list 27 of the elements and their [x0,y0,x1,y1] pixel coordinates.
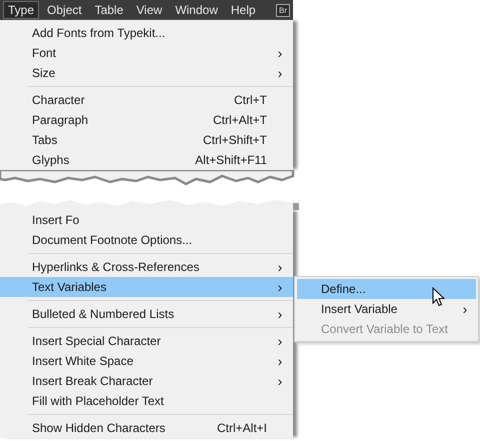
submenu-item[interactable]: Define... [297,279,476,299]
menu-item[interactable]: Show Hidden Characters Ctrl+Alt+I [0,418,293,438]
menu-item[interactable]: Insert White Space › [0,351,293,371]
menu-bar-item[interactable]: View [131,1,168,19]
menu-item[interactable]: Insert Fo [0,210,293,230]
mouse-pointer-icon [432,287,446,307]
menu-bar-item[interactable]: Type [3,1,40,19]
bridge-badge[interactable]: Br [276,4,290,16]
menu-item[interactable]: Add Fonts from Typekit... [0,23,293,43]
menu-item[interactable]: Fill with Placeholder Text [0,391,293,411]
menu-item[interactable]: Hyperlinks & Cross-References › [0,257,293,277]
menu-bar-item[interactable]: Table [90,1,128,19]
submenu-item[interactable]: Insert Variable › [297,299,476,319]
menu-bar-item[interactable]: Window [170,1,223,19]
menu-item[interactable]: Document Footnote Options... [0,230,293,250]
menu-item[interactable]: Glyphs Alt+Shift+F11 [0,150,293,170]
menu-bar-item[interactable]: Help [226,1,261,19]
menu-item[interactable]: Insert Special Character › [0,331,293,351]
menu-item[interactable]: Paragraph Ctrl+Alt+T [0,110,293,130]
menu-item[interactable]: Size › [0,63,293,83]
menu-bar-item[interactable]: Object [42,1,87,19]
menu-item[interactable]: Bulleted & Numbered Lists › [0,304,293,324]
menu-item[interactable]: Text Variables › [0,277,293,297]
menu-item[interactable]: Font › [0,43,293,63]
menu-item[interactable]: Character Ctrl+T [0,90,293,110]
menu-item[interactable]: Insert Break Character › [0,371,293,391]
menu-item[interactable]: Tabs Ctrl+Shift+T [0,130,293,150]
